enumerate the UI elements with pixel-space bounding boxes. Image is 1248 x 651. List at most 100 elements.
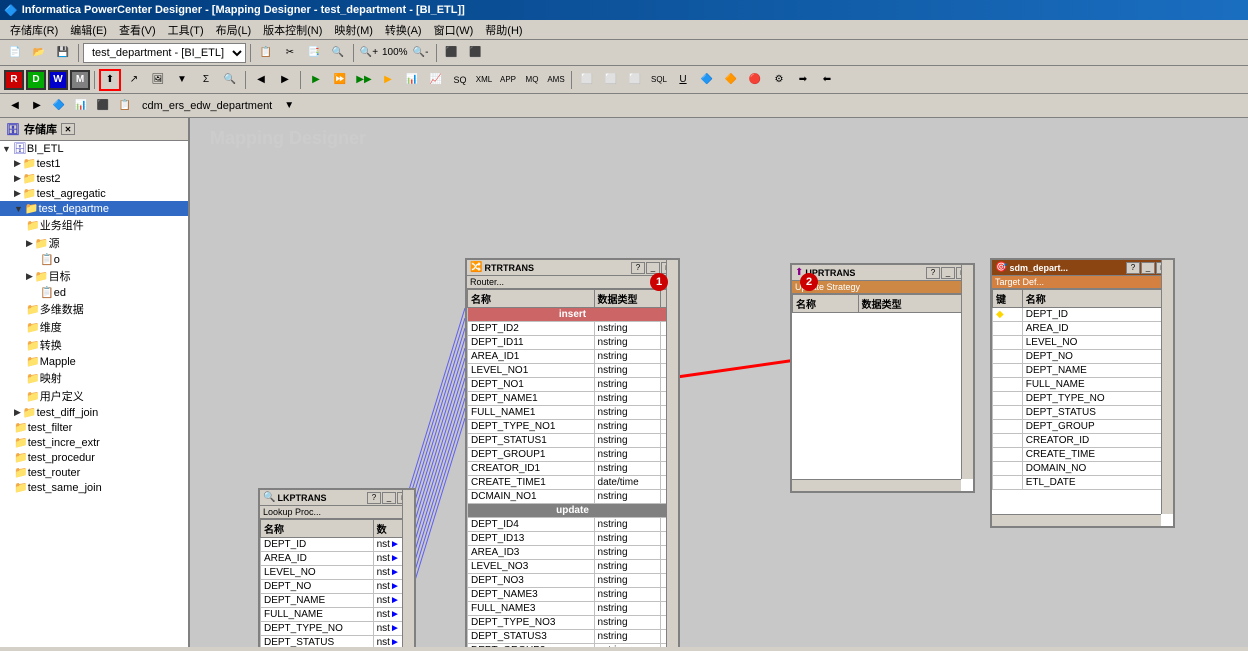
target-min-btn[interactable]: _ [1141,262,1155,274]
tb-btn-1[interactable]: 📋 [255,42,277,64]
tb-U[interactable]: U [672,69,694,91]
tb-green3[interactable]: ▶▶ [353,69,375,91]
expand-test1[interactable]: ▶ [14,158,21,169]
target-def-window[interactable]: 🎯 sdm_depart... ? _ □ Target Def... 键名称 … [990,258,1175,528]
router-v-scroll[interactable] [666,260,678,647]
router-min-btn[interactable]: _ [646,262,660,274]
lookup-min-btn[interactable]: _ [382,492,396,504]
filter-btn[interactable]: ▼ [171,69,193,91]
next-btn[interactable]: ▶ [274,69,296,91]
canvas-area[interactable]: 1 2 Mapping Designer 🔍 LKPTRANS ? _ □ Lo… [190,118,1248,647]
tb-btn-3[interactable]: 📑 [303,42,325,64]
expand-test-departme[interactable]: ▼ [14,204,23,214]
target-v-scroll[interactable] [1161,260,1173,514]
dropdown-arrow[interactable]: ▼ [278,95,300,117]
tree-target-ed[interactable]: 📋 ed [0,285,188,300]
tree-diff-join[interactable]: ▶ 📁 test_diff_join [0,405,188,420]
menu-repository[interactable]: 存储库(R) [4,21,64,39]
tb-green6[interactable]: 📈 [425,69,447,91]
icon-view-btn[interactable]: 🖼 [147,69,169,91]
tree-filter[interactable]: 📁 test_filter [0,420,188,435]
new-btn[interactable]: 📄 [4,42,26,64]
transform-icon1[interactable]: 🔷 [48,95,70,117]
menu-edit[interactable]: 编辑(E) [64,21,113,39]
menu-window[interactable]: 窗口(W) [428,21,480,39]
tree-root-bietl[interactable]: ▼ 🗄 BI_ETL [0,141,188,156]
tb-sql1[interactable]: SQ [449,69,471,91]
tb-icon1[interactable]: 🔷 [696,69,718,91]
tree-target[interactable]: ▶ 📁 目标 [0,267,188,285]
tree-source[interactable]: ▶ 📁 源 [0,234,188,252]
tree-mapple[interactable]: 📁 Mapple [0,354,188,369]
tree-test-agregatic[interactable]: ▶ 📁 test_agregatic [0,186,188,201]
update-help-btn[interactable]: ? [926,267,940,279]
target-help-btn[interactable]: ? [1126,262,1140,274]
tb-icon3[interactable]: 🔴 [744,69,766,91]
tree-same-join[interactable]: 📁 test_same_join [0,480,188,495]
tree-transform-folder[interactable]: 📁 转换 [0,336,188,354]
target-h-scroll[interactable] [992,514,1161,526]
link-tool[interactable]: ↗ [123,69,145,91]
tree-multidim[interactable]: 📁 多维数据 [0,300,188,318]
sidebar-close-btn[interactable]: ✕ [61,123,75,135]
menu-view[interactable]: 查看(V) [113,21,162,39]
tb-green1[interactable]: ▶ [305,69,327,91]
R-btn[interactable]: R [4,70,24,90]
nav-right[interactable]: ▶ [26,95,48,117]
router-help-btn[interactable]: ? [631,262,645,274]
open-btn[interactable]: 📂 [28,42,50,64]
tree-router[interactable]: 📁 test_router [0,465,188,480]
update-v-scroll[interactable] [961,265,973,479]
tb-ams[interactable]: AMS [545,69,567,91]
pointer-tool[interactable]: ⬆ [99,69,121,91]
tb-green2[interactable]: ⏩ [329,69,351,91]
update-min-btn[interactable]: _ [941,267,955,279]
menu-tools[interactable]: 工具(T) [162,21,210,39]
zoom-out-btn[interactable]: 🔍- [410,42,432,64]
transform-icon4[interactable]: 📋 [114,95,136,117]
search-btn[interactable]: 🔍 [219,69,241,91]
update-h-scroll[interactable] [792,479,961,491]
tree-procedur[interactable]: 📁 test_procedur [0,450,188,465]
tb-icon5[interactable]: ➡ [792,69,814,91]
W-btn[interactable]: W [48,70,68,90]
transform-icon2[interactable]: 📊 [70,95,92,117]
tb-icon6[interactable]: ⬅ [816,69,838,91]
tree-test2[interactable]: ▶ 📁 test2 [0,171,188,186]
expand-target[interactable]: ▶ [26,271,33,282]
tb-xml[interactable]: XML [473,69,495,91]
tb-icon2[interactable]: 🔶 [720,69,742,91]
menu-help[interactable]: 帮助(H) [479,21,528,39]
lookup-help-btn[interactable]: ? [367,492,381,504]
sigma-btn[interactable]: Σ [195,69,217,91]
tree-test1[interactable]: ▶ 📁 test1 [0,156,188,171]
D-btn[interactable]: D [26,70,46,90]
expand-test-agregatic[interactable]: ▶ [14,188,21,199]
expand-bietl[interactable]: ▼ [2,144,11,154]
menu-version[interactable]: 版本控制(N) [257,21,328,39]
tree-source-o[interactable]: 📋 o [0,252,188,267]
M-btn[interactable]: M [70,70,90,90]
menu-transform[interactable]: 转换(A) [379,21,428,39]
prev-btn[interactable]: ◀ [250,69,272,91]
tree-incre-extr[interactable]: 📁 test_incre_extr [0,435,188,450]
tree-dimension[interactable]: 📁 维度 [0,318,188,336]
update-strategy-window[interactable]: ⬆ UPRTRANS ? _ □ Update Strategy 名称数据类型 [790,263,975,493]
tb-green5[interactable]: 📊 [401,69,423,91]
expand-source[interactable]: ▶ [26,238,33,249]
save-btn[interactable]: 💾 [52,42,74,64]
transform-icon3[interactable]: ⬛ [92,95,114,117]
router-trans-window[interactable]: 🔀 RTRTRANS ? _ □ Router... 名称数据类型 insert… [465,258,680,647]
tree-userdef[interactable]: 📁 用户定义 [0,387,188,405]
tb-btn-b3[interactable]: ⬜ [624,69,646,91]
expand-diff-join[interactable]: ▶ [14,407,21,418]
tree-mapping[interactable]: 📁 映射 [0,369,188,387]
tb-app[interactable]: APP [497,69,519,91]
tb-sql2[interactable]: SQL [648,69,670,91]
tb-mq[interactable]: MQ [521,69,543,91]
tree-biz-component[interactable]: 📁 业务组件 [0,216,188,234]
tb-btn-2[interactable]: ✂ [279,42,301,64]
menu-layout[interactable]: 布局(L) [210,21,257,39]
nav-left[interactable]: ◀ [4,95,26,117]
tb-btn-b2[interactable]: ⬜ [600,69,622,91]
